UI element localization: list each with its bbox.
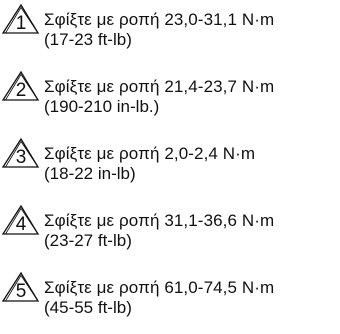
- triangle-marker-icon-3: 3: [0, 134, 40, 170]
- torque-spec-text-3: Σφίξτε με ροπή 2,0-2,4 N·m: [44, 144, 256, 163]
- torque-note-4: 4 Σφίξτε με ροπή 31,1-36,6 N·m (23-27 ft…: [0, 201, 340, 261]
- triangle-marker-icon-1: 1: [0, 0, 40, 36]
- marker-number-2: 2: [16, 80, 27, 101]
- torque-note-1: 1 Σφίξτε με ροπή 23,0-31,1 N·m (17-23 ft…: [0, 0, 340, 60]
- torque-imperial-text-4: (23-27 ft-lb): [44, 231, 132, 250]
- torque-note-2: 2 Σφίξτε με ροπή 21,4-23,7 N·m (190-210 …: [0, 67, 340, 127]
- triangle-marker-icon-2: 2: [0, 67, 40, 103]
- torque-imperial-text-5: (45-55 ft-lb): [44, 298, 132, 317]
- torque-imperial-text-3: (18-22 in-lb): [44, 164, 136, 183]
- torque-note-5: 5 Σφίξτε με ροπή 61,0-74,5 N·m (45-55 ft…: [0, 268, 340, 328]
- marker-number-5: 5: [16, 281, 27, 302]
- marker-number-3: 3: [16, 147, 27, 168]
- torque-imperial-text-2: (190-210 in-lb.): [44, 97, 160, 116]
- torque-spec-text-4: Σφίξτε με ροπή 31,1-36,6 N·m: [44, 211, 275, 230]
- torque-spec-text-5: Σφίξτε με ροπή 61,0-74,5 N·m: [44, 278, 275, 297]
- torque-spec-text-2: Σφίξτε με ροπή 21,4-23,7 N·m: [44, 77, 275, 96]
- torque-imperial-text-1: (17-23 ft-lb): [44, 30, 132, 49]
- triangle-marker-icon-4: 4: [0, 201, 40, 237]
- triangle-marker-icon-5: 5: [0, 268, 40, 304]
- marker-number-1: 1: [16, 13, 27, 34]
- marker-number-4: 4: [16, 214, 27, 235]
- torque-spec-text-1: Σφίξτε με ροπή 23,0-31,1 N·m: [44, 10, 275, 29]
- torque-note-3: 3 Σφίξτε με ροπή 2,0-2,4 N·m (18-22 in-l…: [0, 134, 340, 194]
